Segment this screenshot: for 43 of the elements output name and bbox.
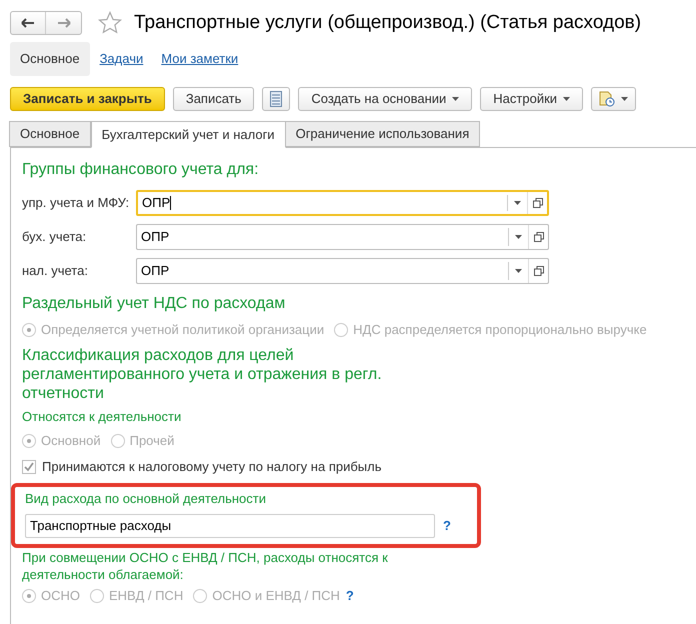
section-title: Раздельный учет НДС по расходам bbox=[22, 294, 286, 314]
radio-label: Прочей bbox=[130, 432, 174, 450]
group-label: Относятся к деятельности bbox=[22, 408, 182, 426]
section-title: Классификация расходов для целей регламентированного учета и отражения в регл. отчетности bbox=[22, 346, 383, 403]
radio-label: ЕНВД / ПСН bbox=[109, 587, 184, 606]
star-icon[interactable] bbox=[98, 11, 122, 35]
window-title: Транспортные услуги (общепроизвод.) (Статья расходов) bbox=[134, 10, 642, 35]
dropdown-button[interactable]: Настройки bbox=[480, 87, 584, 111]
caret-icon bbox=[621, 97, 628, 101]
back-arrow-icon bbox=[21, 18, 35, 28]
nav-link[interactable]: Мои заметки bbox=[153, 42, 246, 76]
input-field[interactable]: Транспортные расходы bbox=[25, 514, 435, 538]
list-icon bbox=[270, 91, 282, 107]
select-field[interactable]: ОПР bbox=[136, 224, 549, 250]
forward-arrow-icon bbox=[56, 18, 70, 28]
field-label: нал. учета: bbox=[22, 262, 89, 280]
caret-icon bbox=[563, 97, 570, 101]
section-title: Группы финансового учета для: bbox=[22, 160, 260, 180]
tab[interactable]: Ограничение использования bbox=[284, 121, 480, 147]
select-field[interactable]: ОПР bbox=[136, 258, 549, 284]
select-field[interactable]: ОПР bbox=[136, 190, 549, 216]
radio-label: Основной bbox=[41, 432, 101, 450]
radio-label: Определяется учетной политикой организации bbox=[41, 321, 324, 340]
dropdown-button[interactable]: Создать на основании bbox=[298, 87, 472, 111]
nav-link[interactable]: Основное bbox=[10, 42, 90, 76]
field-label: упр. учета и МФУ: bbox=[22, 194, 130, 212]
radio-label: ОСНО и ЕНВД / ПСН bbox=[212, 587, 340, 606]
save-and-close-button[interactable]: Записать и закрыть bbox=[10, 87, 165, 111]
nav-link[interactable]: Задачи bbox=[92, 42, 152, 76]
report-button[interactable] bbox=[591, 87, 636, 111]
caret-icon bbox=[452, 97, 460, 101]
field-label: Вид расхода по основной деятельности bbox=[25, 490, 267, 508]
tab[interactable]: Основное bbox=[9, 121, 91, 147]
radio-label: ОСНО bbox=[41, 587, 80, 606]
list-button[interactable] bbox=[262, 87, 290, 111]
group-label: При совмещении ОСНО с ЕНВД / ПСН, расходы относятся к деятельности облагаемой: bbox=[22, 549, 389, 583]
tab[interactable]: Бухгалтерский учет и налоги bbox=[90, 121, 286, 148]
help-link[interactable]: ? bbox=[443, 516, 451, 536]
radio-label: НДС распределяется пропорционально выручке bbox=[353, 321, 647, 340]
save-button[interactable]: Записать bbox=[172, 87, 254, 111]
field-label: бух. учета: bbox=[22, 228, 88, 246]
checkbox-label: Принимаются к налоговому учету по налогу на прибыль bbox=[42, 458, 382, 476]
document-clock-icon bbox=[599, 91, 616, 107]
